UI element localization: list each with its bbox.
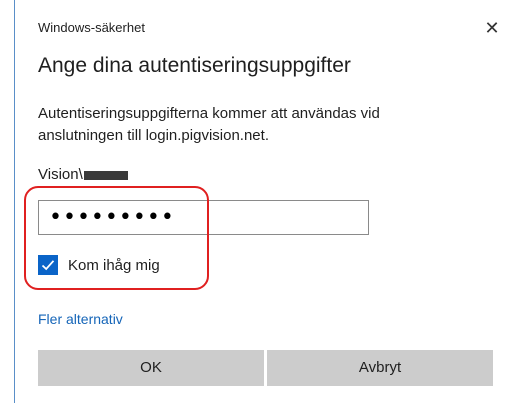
dialog-description: Autentiseringsuppgifterna kommer att anv… xyxy=(38,105,380,144)
cancel-button[interactable]: Avbryt xyxy=(267,350,493,386)
username-display: Vision\ xyxy=(38,166,128,183)
username-domain: Vision\ xyxy=(38,166,83,183)
checkmark-icon xyxy=(41,260,55,271)
ok-button[interactable]: OK xyxy=(38,350,264,386)
password-field[interactable]: ••••••••• xyxy=(38,200,369,235)
more-options-link[interactable]: Fler alternativ xyxy=(38,311,123,327)
close-icon: ✕ xyxy=(484,18,500,38)
window-title: Windows-säkerhet xyxy=(38,20,145,35)
window-border xyxy=(14,0,15,403)
remember-me-checkbox[interactable]: Kom ihåg mig xyxy=(38,255,160,275)
dialog-heading: Ange dina autentiseringsuppgifter xyxy=(38,54,351,77)
credentials-dialog: Windows-säkerhet ✕ Ange dina autentiseri… xyxy=(0,0,507,403)
close-button[interactable]: ✕ xyxy=(482,18,502,38)
remember-me-label: Kom ihåg mig xyxy=(68,256,160,274)
redacted-username xyxy=(83,171,128,180)
checkbox-box[interactable] xyxy=(38,255,58,275)
